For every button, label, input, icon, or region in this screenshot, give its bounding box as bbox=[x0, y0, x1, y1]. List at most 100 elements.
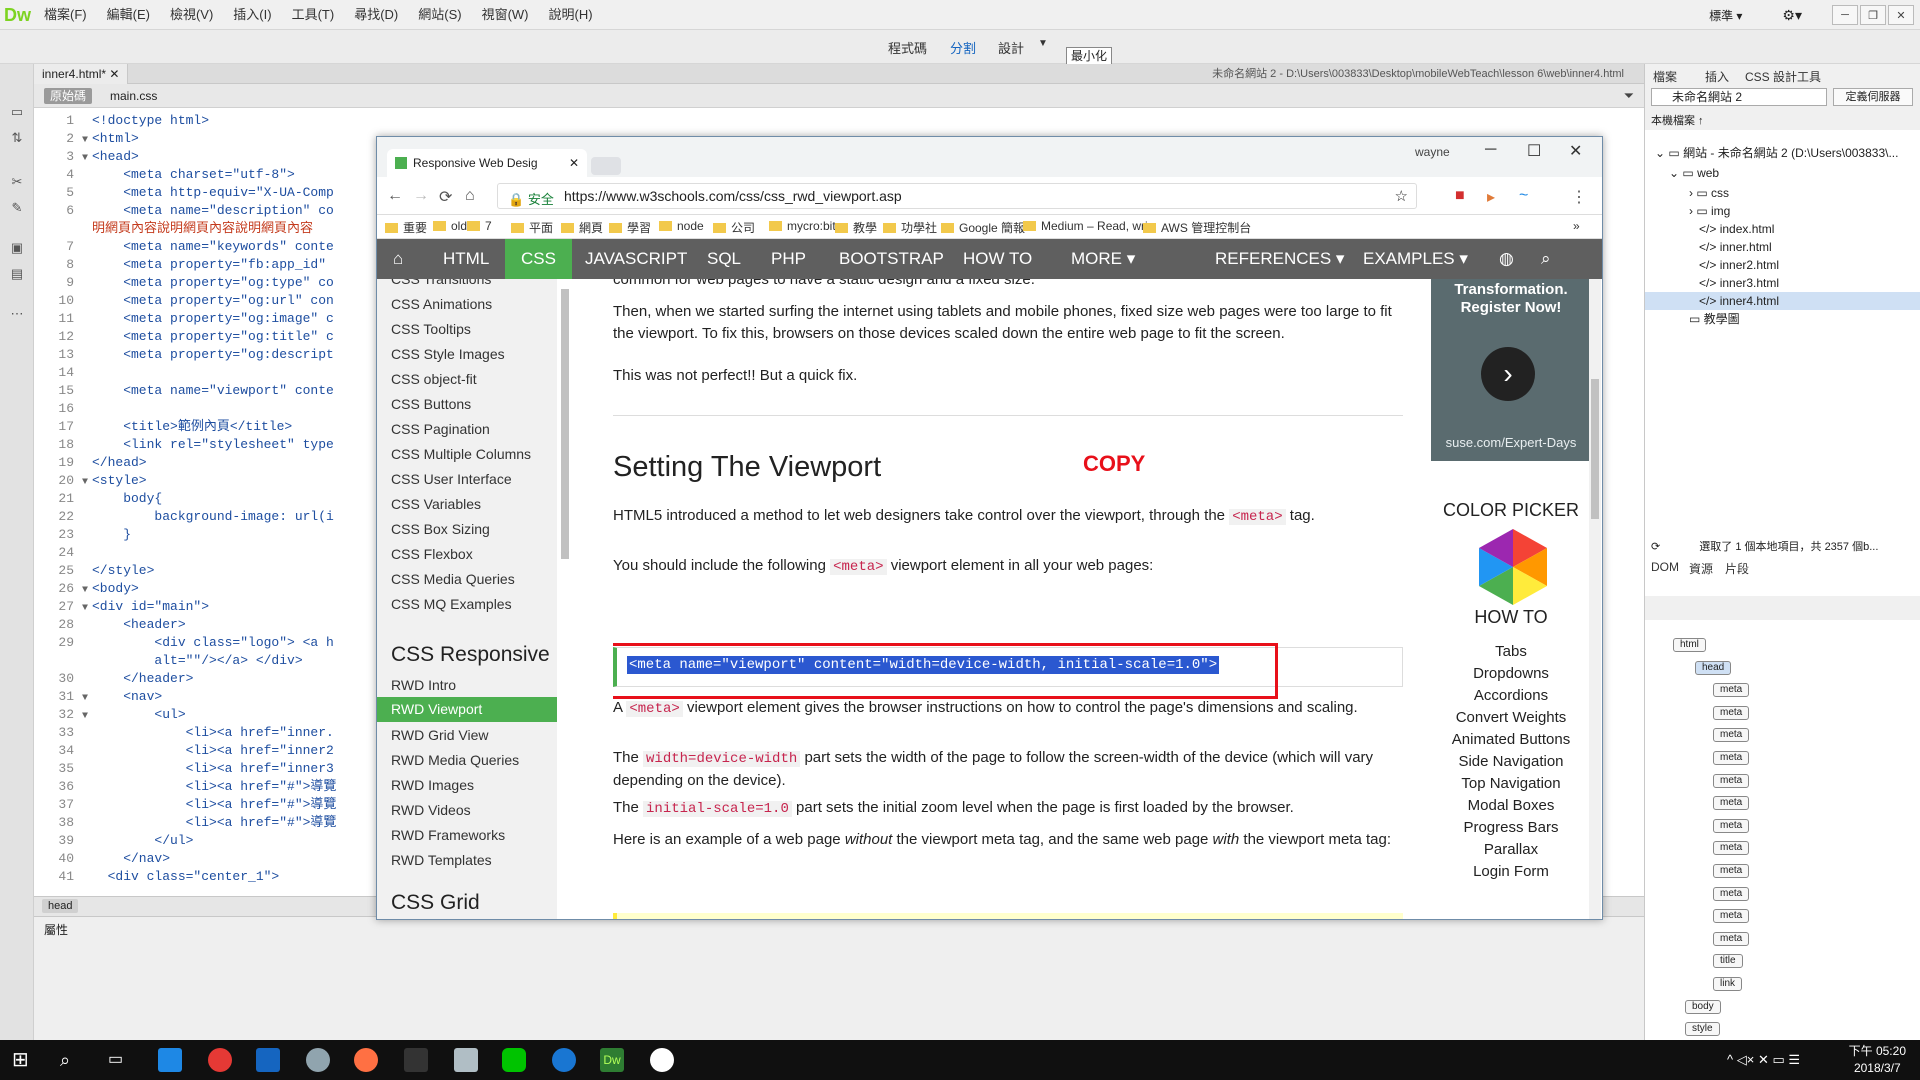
dom-node[interactable]: meta bbox=[1713, 796, 1750, 811]
side-link[interactable]: RWD Media Queries bbox=[391, 752, 519, 768]
brush-icon[interactable]: ✎ bbox=[8, 200, 26, 218]
side-link[interactable]: CSS Animations bbox=[391, 296, 492, 312]
menu-view[interactable]: 檢視(V) bbox=[160, 0, 223, 30]
dom-node[interactable]: meta bbox=[1713, 886, 1750, 901]
bookmark-item[interactable]: 功學社 bbox=[883, 219, 937, 236]
notepad-icon[interactable] bbox=[454, 1048, 478, 1072]
restore-button[interactable]: ❐ bbox=[1860, 5, 1886, 25]
bookmark-item[interactable]: AWS 管理控制台 bbox=[1143, 219, 1251, 236]
nav-css[interactable]: CSS bbox=[505, 239, 572, 279]
search-icon[interactable]: ⌕ bbox=[1525, 239, 1567, 279]
dom-node[interactable]: title bbox=[1713, 954, 1743, 969]
home-icon[interactable]: ⌂ bbox=[465, 187, 475, 205]
tray-icons[interactable]: ^ ◁× ✕ ▭ ☰ bbox=[1727, 1052, 1800, 1068]
split-view-button[interactable]: 分割 bbox=[950, 38, 976, 57]
nav-references[interactable]: REFERENCES ▾ bbox=[1199, 239, 1360, 279]
file-icon[interactable]: ▭ bbox=[8, 104, 26, 122]
menu-find[interactable]: 尋找(D) bbox=[344, 0, 408, 30]
dom-node[interactable]: style bbox=[1685, 1022, 1720, 1037]
dom-node[interactable]: meta bbox=[1713, 841, 1750, 856]
side-link[interactable]: CSS Buttons bbox=[391, 396, 471, 412]
tree-web-folder[interactable]: ⌄ ▭ web bbox=[1669, 164, 1719, 182]
side-link[interactable]: CSS MQ Examples bbox=[391, 596, 512, 612]
nav-html[interactable]: HTML bbox=[427, 239, 505, 279]
fold-arrow-icon[interactable] bbox=[82, 870, 92, 888]
new-tab-button[interactable] bbox=[591, 157, 621, 175]
close-icon[interactable]: ✕ bbox=[1569, 141, 1582, 161]
dom-node[interactable]: meta bbox=[1713, 773, 1750, 788]
snippet-icon[interactable]: ▤ bbox=[8, 266, 26, 284]
files-tab[interactable]: 檔案 bbox=[1653, 68, 1677, 85]
menu-tools[interactable]: 工具(T) bbox=[282, 0, 345, 30]
tree-css-folder[interactable]: › ▭ css bbox=[1689, 184, 1729, 202]
tree-img-folder[interactable]: › ▭ img bbox=[1689, 202, 1730, 220]
code-line[interactable]: 1 <!doctype html> bbox=[34, 112, 1634, 130]
bookmark-item[interactable]: node bbox=[659, 219, 704, 233]
side-link[interactable]: CSS Flexbox bbox=[391, 546, 473, 562]
dom-node[interactable]: link bbox=[1713, 977, 1743, 991]
code-view-button[interactable]: 程式碼 bbox=[888, 38, 927, 57]
bookmark-item[interactable]: 教學 bbox=[835, 219, 877, 236]
tree-file-inner3[interactable]: </> inner3.html bbox=[1699, 274, 1779, 292]
howto-link[interactable]: Modal Boxes bbox=[1431, 797, 1591, 814]
dom-node[interactable]: body bbox=[1685, 999, 1721, 1014]
bookmark-star-icon[interactable]: ☆ bbox=[1395, 187, 1408, 205]
dom-node[interactable]: head bbox=[1695, 660, 1732, 675]
dom-node[interactable]: meta bbox=[1713, 751, 1750, 765]
howto-link[interactable]: Progress Bars bbox=[1431, 819, 1591, 836]
page-scrollbar[interactable] bbox=[1589, 279, 1601, 919]
side-link[interactable]: CSS Transitions bbox=[391, 279, 491, 287]
main-css-tab[interactable]: main.css bbox=[104, 88, 163, 104]
dom-node[interactable]: meta bbox=[1713, 818, 1750, 833]
bookmark-item[interactable]: 平面 bbox=[511, 219, 553, 236]
extension-icon[interactable]: ▸ bbox=[1487, 187, 1495, 207]
menu-site[interactable]: 網站(S) bbox=[408, 0, 471, 30]
bookmark-item[interactable]: 學習 bbox=[609, 219, 651, 236]
comment-icon[interactable]: ▣ bbox=[8, 240, 26, 258]
scrollbar-thumb[interactable] bbox=[1591, 379, 1599, 519]
extension-icon[interactable]: ~ bbox=[1519, 187, 1528, 205]
dom-node[interactable]: meta bbox=[1713, 864, 1750, 878]
menu-edit[interactable]: 編輯(E) bbox=[97, 0, 160, 30]
menu-insert[interactable]: 插入(I) bbox=[223, 0, 281, 30]
side-link[interactable]: RWD Frameworks bbox=[391, 827, 505, 843]
format-icon[interactable]: ✂ bbox=[8, 174, 26, 192]
close-tab-icon[interactable]: ✕ bbox=[109, 67, 119, 81]
tree-file-inner2[interactable]: </> inner2.html bbox=[1699, 256, 1779, 274]
nav-examples[interactable]: EXAMPLES ▾ bbox=[1347, 239, 1484, 279]
bookmark-item[interactable]: Medium – Read, wri bbox=[1023, 219, 1148, 233]
app-icon[interactable] bbox=[256, 1048, 280, 1072]
minimize-icon[interactable]: ─ bbox=[1485, 141, 1496, 159]
workspace-switcher[interactable]: 標準 ▾ bbox=[1709, 7, 1742, 24]
bookmark-item[interactable]: 公司 bbox=[713, 219, 755, 236]
howto-link[interactable]: Convert Weights bbox=[1431, 709, 1591, 726]
close-tab-icon[interactable]: ✕ bbox=[569, 149, 579, 177]
bookmark-item[interactable]: mycro:bit bbox=[769, 219, 836, 233]
minimize-button[interactable]: ─ bbox=[1832, 5, 1858, 25]
define-server-button[interactable]: 定義伺服器 bbox=[1833, 88, 1913, 106]
menu-help[interactable]: 說明(H) bbox=[539, 0, 603, 30]
side-link[interactable]: CSS Media Queries bbox=[391, 571, 515, 587]
tree-file-inner4[interactable]: </> inner4.html bbox=[1645, 292, 1920, 310]
view-dropdown-icon[interactable]: ▼ bbox=[1038, 38, 1048, 49]
side-link[interactable]: RWD Templates bbox=[391, 852, 492, 868]
reload-icon[interactable]: ⟳ bbox=[439, 187, 452, 207]
task-view-icon[interactable]: ▭ bbox=[108, 1048, 132, 1072]
tree-file-index[interactable]: </> index.html bbox=[1699, 220, 1774, 238]
sidenav-scrollbar[interactable] bbox=[561, 289, 569, 559]
firefox-icon[interactable] bbox=[354, 1048, 378, 1072]
chevron-right-icon[interactable]: › bbox=[1481, 347, 1535, 401]
assets-tab[interactable]: 資源 bbox=[1689, 560, 1713, 577]
howto-link[interactable]: Tabs bbox=[1431, 643, 1591, 660]
line-icon[interactable] bbox=[502, 1048, 526, 1072]
snippets-tab[interactable]: 片段 bbox=[1725, 560, 1749, 577]
tree-file-inner[interactable]: </> inner.html bbox=[1699, 238, 1772, 256]
home-icon[interactable]: ⌂ bbox=[377, 239, 419, 279]
ie-icon[interactable] bbox=[158, 1048, 182, 1072]
app-icon[interactable] bbox=[650, 1048, 674, 1072]
nav-javascript[interactable]: JAVASCRIPT bbox=[569, 239, 703, 279]
maps-icon[interactable] bbox=[552, 1048, 576, 1072]
omnibox[interactable]: 🔒 安全 https://www.w3schools.com/css/css_r… bbox=[497, 183, 1417, 209]
menu-window[interactable]: 視窗(W) bbox=[472, 0, 539, 30]
howto-link[interactable]: Login Form bbox=[1431, 863, 1591, 880]
